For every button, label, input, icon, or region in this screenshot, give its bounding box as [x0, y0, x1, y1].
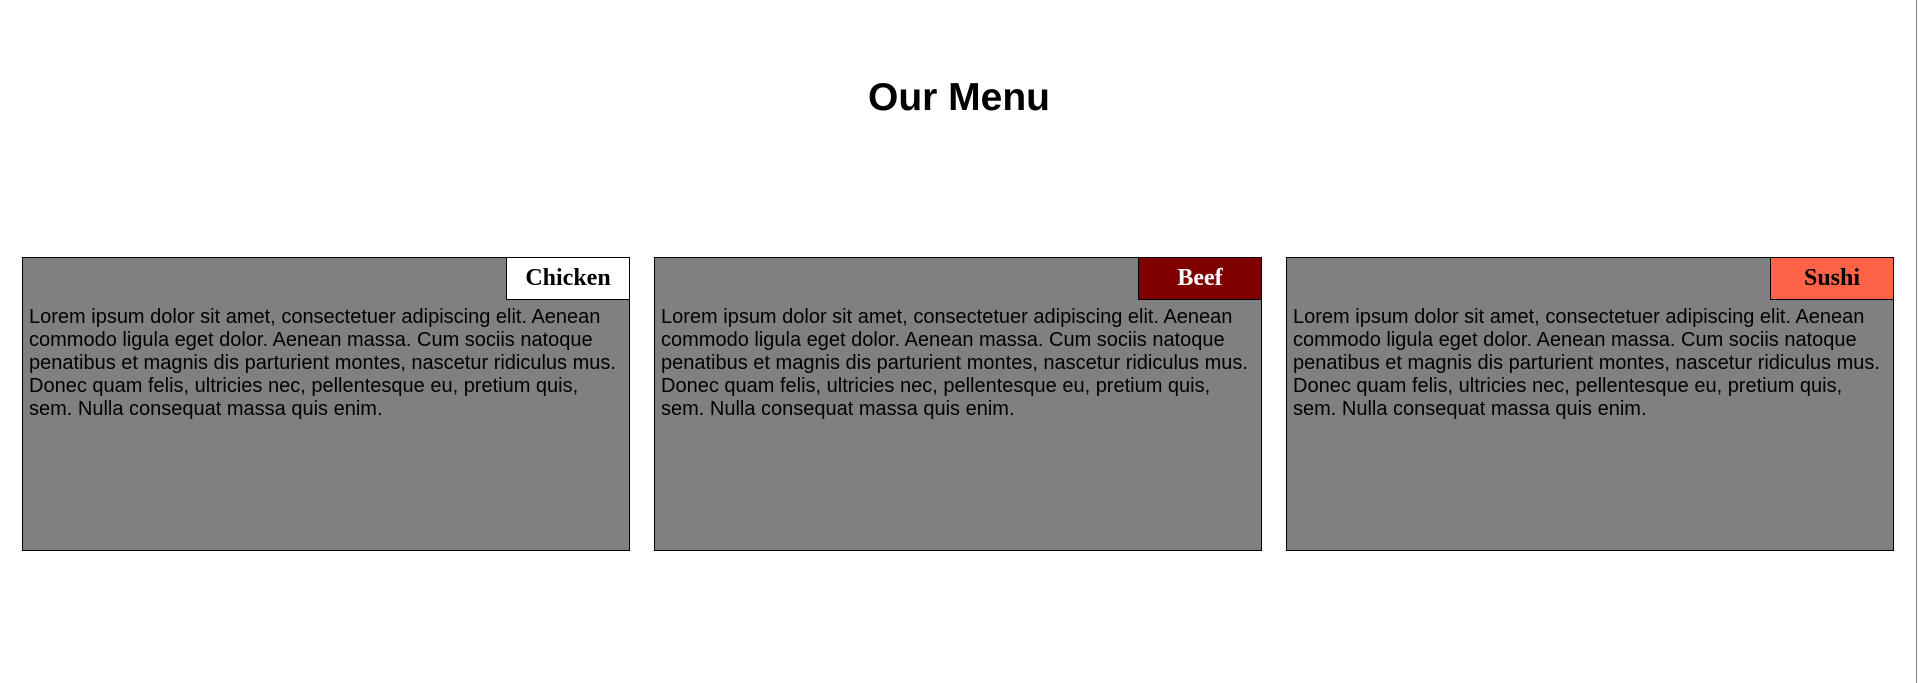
page-title: Our Menu — [868, 76, 1050, 119]
page: Our Menu Chicken Lorem ipsum dolor sit a… — [0, 0, 1918, 683]
menu-card-beef: Beef Lorem ipsum dolor sit amet, consect… — [654, 257, 1262, 551]
menu-card-description: Lorem ipsum dolor sit amet, consectetuer… — [661, 306, 1248, 420]
menu-card-sushi: Sushi Lorem ipsum dolor sit amet, consec… — [1286, 257, 1894, 551]
menu-card-chicken: Chicken Lorem ipsum dolor sit amet, cons… — [22, 257, 630, 551]
menu-card-description: Lorem ipsum dolor sit amet, consectetuer… — [29, 306, 616, 420]
menu-card-tag-chicken: Chicken — [506, 258, 629, 300]
menu-card-list: Chicken Lorem ipsum dolor sit amet, cons… — [22, 257, 1894, 551]
menu-card-description: Lorem ipsum dolor sit amet, consectetuer… — [1293, 306, 1880, 420]
menu-card-tag-beef: Beef — [1138, 258, 1261, 300]
menu-card-tag-sushi: Sushi — [1770, 258, 1893, 300]
